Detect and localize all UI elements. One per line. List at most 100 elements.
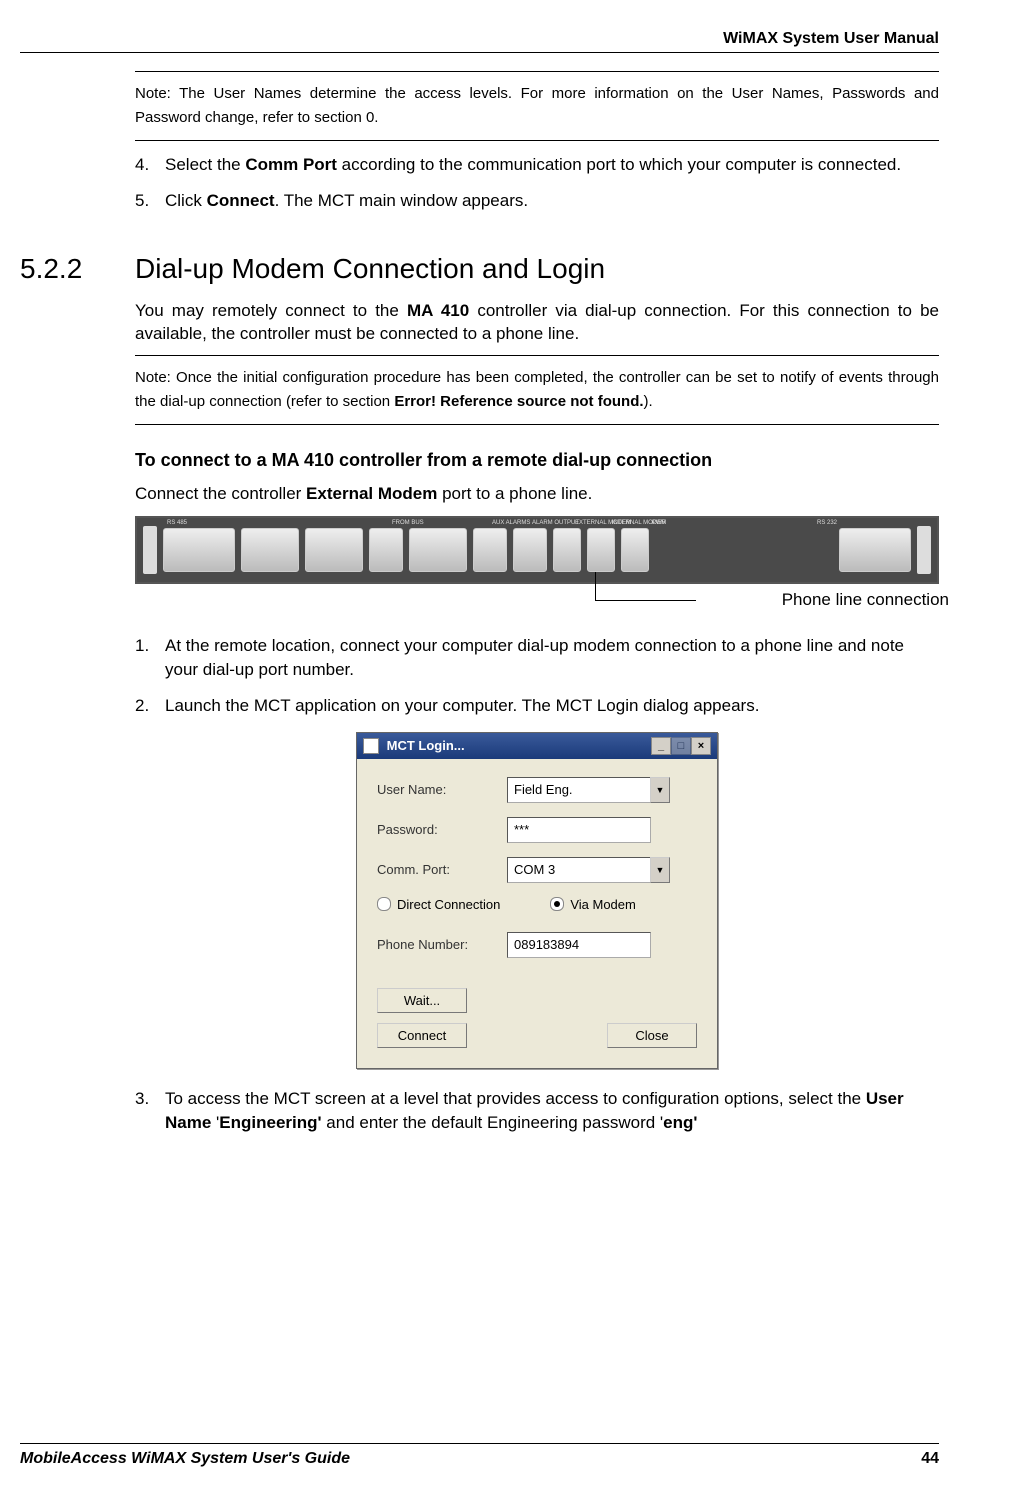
content-block-2: You may remotely connect to the MA 410 c… [135,300,939,1135]
password-row: Password: *** [377,817,697,843]
connect-button[interactable]: Connect [377,1023,467,1048]
remote-step-3-text: To access the MCT screen at a level that… [165,1087,939,1135]
step-5-num: 5. [135,189,165,213]
dialog-title: MCT Login... [387,738,465,753]
section-number: 5.2.2 [20,253,135,285]
radio-direct[interactable]: Direct Connection [377,897,500,912]
dialog-app-icon [363,738,379,754]
port-from-bus [369,528,403,572]
mount-ear-left [143,526,157,574]
port-conn-3 [409,528,467,572]
user-name-row: User Name: Field Eng. ▼ [377,777,697,803]
sub-heading: To connect to a MA 410 controller from a… [135,450,939,471]
connect-line-bold: External Modem [306,484,437,503]
close-window-button[interactable]: × [691,737,711,755]
para-1-pre: You may remotely connect to the [135,301,407,320]
dialog-body: User Name: Field Eng. ▼ Password: *** Co… [357,759,717,1068]
step-5-pre: Click [165,191,207,210]
password-label: Password: [377,822,507,837]
remote-step-1: 1. At the remote location, connect your … [135,634,939,682]
r3-mid2: and enter the default Engineering passwo… [322,1113,664,1132]
port-pwr [621,528,649,572]
radio-modem-label: Via Modem [570,897,636,912]
step-4-text: Select the Comm Port according to the co… [165,153,939,177]
step-4-post: according to the communication port to w… [337,155,901,174]
connect-line-post: port to a phone line. [437,484,592,503]
remote-step-3: 3. To access the MCT screen at a level t… [135,1087,939,1135]
port-aux [473,528,507,572]
mount-ear-right [917,526,931,574]
r3-b3: eng' [663,1113,697,1132]
dialog-footer: Connect Close [377,1023,697,1052]
remote-step-2-text: Launch the MCT application on your compu… [165,694,939,718]
content-block-1: Note: The User Names determine the acces… [135,71,939,213]
step-4-num: 4. [135,153,165,177]
page-footer: MobileAccess WiMAX System User's Guide 4… [20,1443,939,1468]
port-ext-modem [553,528,581,572]
step-4-pre: Select the [165,155,245,174]
port-conn-2 [305,528,363,572]
page: WiMAX System User Manual Note: The User … [0,0,1019,1496]
port-int-modem [587,528,615,572]
callout-line [595,572,696,601]
connect-line-pre: Connect the controller [135,484,306,503]
remote-step-3-num: 3. [135,1087,165,1135]
wait-row: Wait... [377,988,697,1013]
radio-direct-label: Direct Connection [397,897,500,912]
password-field[interactable]: *** [507,817,651,843]
dialog-titlebar: MCT Login... _ □ × [357,733,717,759]
note-1-text: Note: The User Names determine the acces… [135,85,939,126]
port-label-alarm: ALARM OUTPUT [532,520,579,526]
comm-port-label: Comm. Port: [377,862,507,877]
connection-radio-row: Direct Connection Via Modem [377,897,697,912]
section-heading: 5.2.2 Dial-up Modem Connection and Login [20,253,939,285]
phone-field[interactable]: 089183894 [507,932,651,958]
radio-direct-icon [377,897,391,911]
port-label-aux: AUX ALARMS [492,520,530,526]
remote-step-1-text: At the remote location, connect your com… [165,634,939,682]
port-label-rs485: RS 485 [167,520,187,526]
step-5-bold: Connect [207,191,275,210]
page-header-title: WiMAX System User Manual [20,30,939,48]
note-2: Note: Once the initial configuration pro… [135,355,939,425]
para-1: You may remotely connect to the MA 410 c… [135,300,939,346]
connect-line: Connect the controller External Modem po… [135,483,939,506]
close-button[interactable]: Close [607,1023,697,1048]
header-rule [20,52,939,53]
user-name-field[interactable]: Field Eng. [507,777,651,803]
radio-modem[interactable]: Via Modem [550,897,636,912]
maximize-button[interactable]: □ [671,737,691,755]
step-4: 4. Select the Comm Port according to the… [135,153,939,177]
chevron-down-icon[interactable]: ▼ [650,857,670,883]
r3-pre: To access the MCT screen at a level that… [165,1089,866,1108]
remote-step-2-num: 2. [135,694,165,718]
note-1: Note: The User Names determine the acces… [135,71,939,141]
r3-b2: Engineering' [219,1113,321,1132]
minimize-button[interactable]: _ [651,737,671,755]
callout-label: Phone line connection [782,590,949,610]
wait-button[interactable]: Wait... [377,988,467,1013]
remote-step-1-num: 1. [135,634,165,682]
page-number: 44 [921,1450,939,1468]
mct-login-dialog: MCT Login... _ □ × User Name: Field Eng.… [356,732,718,1069]
step-5-post: . The MCT main window appears. [275,191,529,210]
radio-modem-icon [550,897,564,911]
phone-label: Phone Number: [377,937,507,952]
port-alarm [513,528,547,572]
port-label-rs232: RS 232 [817,520,837,526]
phone-row: Phone Number: 089183894 [377,932,697,958]
step-5-text: Click Connect. The MCT main window appea… [165,189,939,213]
remote-step-2: 2. Launch the MCT application on your co… [135,694,939,718]
para-1-bold: MA 410 [407,301,469,320]
device-figure: RS 485 FROM BUS AUX ALARMS ALARM OUTPUT … [135,516,939,584]
comm-port-row: Comm. Port: COM 3 ▼ [377,857,697,883]
chevron-down-icon[interactable]: ▼ [650,777,670,803]
user-name-label: User Name: [377,782,507,797]
footer-left: MobileAccess WiMAX System User's Guide [20,1450,350,1468]
comm-port-field[interactable]: COM 3 [507,857,651,883]
note-2-bold: Error! Reference source not found. [394,393,643,410]
port-conn-1 [241,528,299,572]
port-rs232 [839,528,911,572]
section-title: Dial-up Modem Connection and Login [135,253,605,285]
device-panel: RS 485 FROM BUS AUX ALARMS ALARM OUTPUT … [135,516,939,584]
